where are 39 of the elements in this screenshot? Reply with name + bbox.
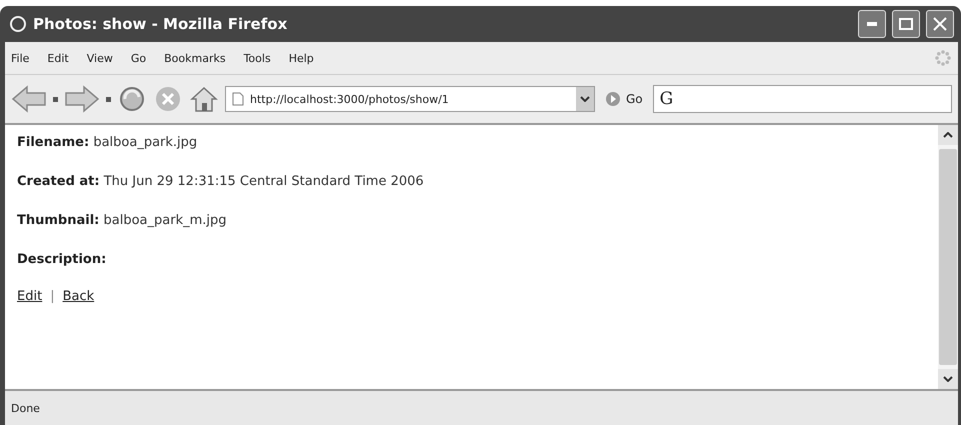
close-icon [933,17,947,31]
minimize-icon [867,22,877,26]
reload-button[interactable] [117,84,147,114]
play-icon [605,91,621,107]
throbber-icon [934,49,952,67]
minimize-button[interactable] [858,10,886,38]
nav-link[interactable]: Edit [17,289,42,304]
field-text: Description: [17,251,108,269]
window-title: Photos: show - Mozilla Firefox [33,15,288,33]
menu-item[interactable]: Bookmarks [164,52,226,64]
scroll-thumb[interactable] [939,149,957,365]
menu-item[interactable]: Tools [244,52,271,64]
search-field[interactable]: G [652,85,952,113]
field-text: Filename: balboa_park.jpg [17,134,198,152]
go-button[interactable]: Go [601,91,647,107]
scroll-down-icon[interactable] [943,376,953,382]
link-separator: | [50,289,55,304]
maximize-button[interactable] [892,10,920,38]
chevron-down-icon [580,96,590,102]
menu-item[interactable]: Go [130,52,146,64]
nav-link[interactable]: Back [62,289,94,304]
maximize-icon [899,18,913,30]
menu-item[interactable]: Edit [47,52,69,64]
globe-icon [9,15,27,33]
field-text: Thumbnail: balboa_park_m.jpg [17,212,228,230]
status-text: Done [11,402,40,414]
page-icon [232,92,244,106]
home-button[interactable] [189,84,219,114]
close-button[interactable] [926,10,954,38]
forward-button[interactable] [64,85,100,113]
menu-item[interactable]: View [86,52,113,64]
scroll-up-icon[interactable] [943,132,953,138]
back-button[interactable] [11,85,47,113]
field-text: Created at: Thu Jun 29 12:31:15 Central Standard Time 2006 [17,173,425,191]
menu-item[interactable]: Help [288,52,314,64]
dropdown-button[interactable] [576,87,594,111]
menu-item[interactable]: File [11,52,30,64]
scrollbar[interactable] [938,125,958,389]
address-field[interactable]: http://localhost:3000/photos/show/1 [225,86,595,112]
